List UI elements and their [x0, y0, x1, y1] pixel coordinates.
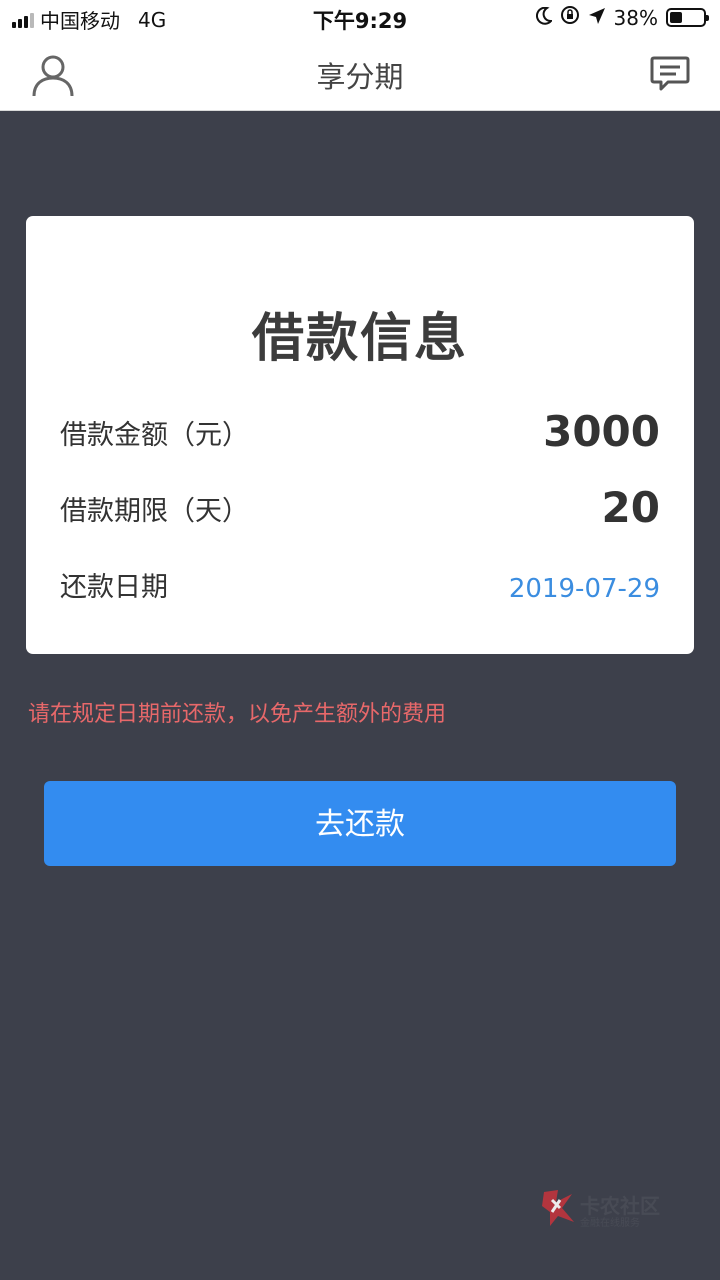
loan-amount-label: 借款金额（元）	[60, 420, 249, 451]
repay-date-label: 还款日期	[60, 572, 168, 603]
status-right: 38%	[535, 5, 709, 30]
repay-notice: 请在规定日期前还款，以免产生额外的费用	[28, 702, 447, 727]
nav-bar: 享分期	[0, 36, 720, 111]
page-title: 享分期	[316, 60, 404, 94]
loan-info-card: 借款信息 借款金额（元） 3000 借款期限（天） 20 还款日期 2019-0…	[26, 216, 694, 654]
loan-term-value: 20	[601, 483, 660, 532]
loan-term-label: 借款期限（天）	[60, 496, 249, 527]
status-bar: 中国移动 4G 下午9:29 38%	[0, 0, 720, 36]
repay-date-row: 还款日期 2019-07-29	[60, 552, 660, 612]
battery-percent: 38%	[613, 5, 658, 30]
loan-amount-value: 3000	[543, 407, 660, 456]
watermark-logo: 卡农社区 金融在线服务	[540, 1188, 670, 1232]
battery-icon	[666, 8, 709, 27]
loan-term-row: 借款期限（天） 20	[60, 476, 660, 536]
loan-amount-row: 借款金额（元） 3000	[60, 400, 660, 460]
message-icon[interactable]	[650, 54, 690, 94]
rotation-lock-icon	[560, 5, 580, 30]
repay-date-value: 2019-07-29	[508, 574, 660, 604]
battery-fill	[670, 12, 683, 23]
location-icon	[588, 6, 606, 30]
watermark-logo-icon	[542, 1190, 574, 1226]
moon-icon	[535, 6, 553, 30]
card-title: 借款信息	[251, 309, 468, 369]
watermark-subtext: 金融在线服务	[580, 1218, 640, 1229]
repay-button[interactable]: 去还款	[44, 781, 676, 866]
